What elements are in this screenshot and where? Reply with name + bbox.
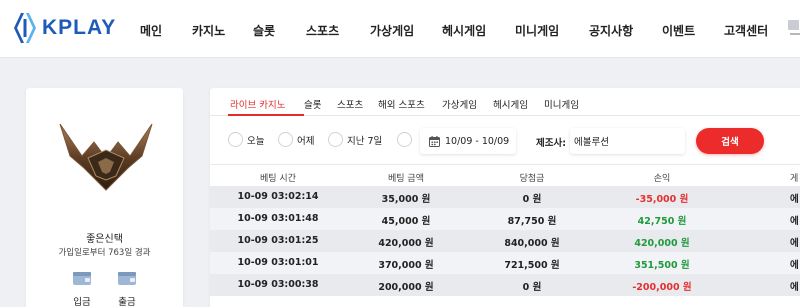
radio-custom[interactable]: [397, 132, 412, 147]
table-row: 10-09 03:01:48 45,000 원 87,750 원 42,750 …: [210, 208, 800, 230]
top-header: KPLAY 메인 카지노 슬롯 스포츠 가상게임 헤시게임 미니게임 공지사항 …: [0, 0, 800, 58]
nav-item-hash[interactable]: 헤시게임: [442, 22, 486, 39]
column-header-bet-amount: 베팅 금액: [388, 174, 424, 184]
tab-virtual[interactable]: 가상게임: [442, 97, 477, 111]
cell-winnings: 721,500 원: [504, 260, 560, 271]
date-range-picker[interactable]: 10/09 - 10/09: [420, 128, 516, 154]
withdraw-button[interactable]: 출금: [114, 270, 140, 307]
manufacturer-label: 제조사:: [536, 138, 567, 149]
table-row: 10-09 03:01:01 370,000 원 721,500 원 351,5…: [210, 252, 800, 274]
cell-game: 에: [790, 238, 799, 249]
nav-item-main[interactable]: 메인: [140, 22, 162, 39]
brand-name: KPLAY: [42, 16, 117, 39]
search-button[interactable]: 검색: [696, 128, 764, 154]
tab-slot[interactable]: 슬롯: [304, 97, 321, 111]
cell-bet-amount: 370,000 원: [378, 260, 434, 271]
deposit-button[interactable]: 입금: [69, 270, 95, 307]
nav-item-support[interactable]: 고객센터: [724, 22, 768, 39]
cell-bet-amount: 200,000 원: [378, 282, 434, 293]
cell-bet-time: 10-09 03:01:25: [237, 235, 319, 246]
nav-item-event[interactable]: 이벤트: [662, 22, 695, 39]
deposit-label: 입금: [73, 297, 91, 307]
radio-circle: [328, 132, 343, 147]
cell-game: 에: [790, 282, 799, 293]
cell-profit-loss: 351,500 원: [634, 260, 690, 271]
radio-circle: [278, 132, 293, 147]
tab-sports[interactable]: 스포츠: [337, 97, 363, 111]
game-category-tabs: 라이브 카지노 슬롯 스포츠 해외 스포츠 가상게임 헤시게임 미니게임: [210, 88, 800, 116]
radio-label: 어제: [297, 135, 315, 147]
brand-logo[interactable]: KPLAY: [12, 10, 116, 46]
tab-hash[interactable]: 헤시게임: [493, 97, 528, 111]
table-row: 10-09 03:02:14 35,000 원 0 원 -35,000 원 에: [210, 186, 800, 208]
cell-winnings: 0 원: [522, 194, 542, 205]
cell-bet-time: 10-09 03:00:38: [237, 279, 319, 290]
tab-overseas-sports[interactable]: 해외 스포츠: [378, 97, 425, 111]
column-header-profit-loss: 손익: [653, 174, 671, 184]
username: 좋은신택: [86, 234, 123, 245]
cell-profit-loss: 420,000 원: [634, 238, 690, 249]
table-row: 10-09 03:01:25 420,000 원 840,000 원 420,0…: [210, 230, 800, 252]
cell-bet-time: 10-09 03:01:01: [237, 257, 319, 268]
manufacturer-input[interactable]: [570, 128, 685, 154]
column-header-game: 게: [790, 174, 799, 184]
radio-label: 오늘: [247, 135, 265, 147]
cell-profit-loss: -200,000 원: [632, 282, 692, 293]
cell-game: 에: [790, 216, 799, 227]
active-tab-indicator: [228, 114, 304, 116]
cell-winnings: 840,000 원: [504, 238, 560, 249]
radio-circle: [228, 132, 243, 147]
clipped-menu-icon[interactable]: [786, 18, 800, 40]
wallet-icon: [73, 272, 91, 285]
nav-item-mini[interactable]: 미니게임: [515, 22, 559, 39]
cell-bet-amount: 45,000 원: [381, 216, 431, 227]
radio-today[interactable]: 오늘: [228, 132, 264, 147]
withdraw-label: 출금: [118, 297, 136, 307]
column-header-bet-time: 베팅 시간: [260, 174, 296, 184]
filter-bar: 오늘 어제 지난 7일 10/09 - 10/09 제조사: 에볼루션 검색: [210, 118, 800, 164]
cell-bet-time: 10-09 03:02:14: [237, 191, 319, 202]
nav-item-virtual[interactable]: 가상게임: [370, 22, 414, 39]
cell-winnings: 87,750 원: [507, 216, 557, 227]
cell-profit-loss: -35,000 원: [635, 194, 689, 205]
date-range-text: 10/09 - 10/09: [445, 135, 510, 147]
member-since: 가입일로부터 763일 경과: [58, 248, 151, 258]
profile-card: 좋은신택 가입일로부터 763일 경과 입금 출금: [26, 88, 183, 307]
calendar-icon: [429, 135, 440, 147]
column-header-winnings: 당첨금: [519, 174, 545, 184]
logo-mark-icon: [14, 13, 36, 43]
cell-bet-amount: 35,000 원: [381, 194, 431, 205]
cell-bet-time: 10-09 03:01:48: [237, 213, 319, 224]
radio-last-7-days[interactable]: 지난 7일: [328, 132, 382, 147]
cell-game: 에: [790, 194, 799, 205]
wallet-icon: [118, 272, 136, 285]
nav-item-casino[interactable]: 카지노: [192, 22, 225, 39]
nav-item-notice[interactable]: 공지사항: [589, 22, 633, 39]
cell-profit-loss: 42,750 원: [637, 216, 687, 227]
cell-game: 에: [790, 260, 799, 271]
table-row: 10-09 03:00:38 200,000 원 0 원 -200,000 원 …: [210, 274, 800, 296]
tab-live-casino[interactable]: 라이브 카지노: [230, 97, 285, 111]
radio-label: 지난 7일: [347, 135, 383, 147]
cell-bet-amount: 420,000 원: [378, 238, 434, 249]
nav-item-sports[interactable]: 스포츠: [306, 22, 339, 39]
rank-emblem-icon: [59, 123, 153, 191]
table-header: 베팅 시간 베팅 금액 당첨금 손익 게: [210, 164, 800, 186]
tab-mini[interactable]: 미니게임: [544, 97, 579, 111]
nav-item-slot[interactable]: 슬롯: [253, 22, 275, 39]
cell-winnings: 0 원: [522, 282, 542, 293]
radio-yesterday[interactable]: 어제: [278, 132, 314, 147]
radio-circle: [397, 132, 412, 147]
betting-history-panel: 라이브 카지노 슬롯 스포츠 해외 스포츠 가상게임 헤시게임 미니게임 오늘 …: [210, 88, 800, 307]
